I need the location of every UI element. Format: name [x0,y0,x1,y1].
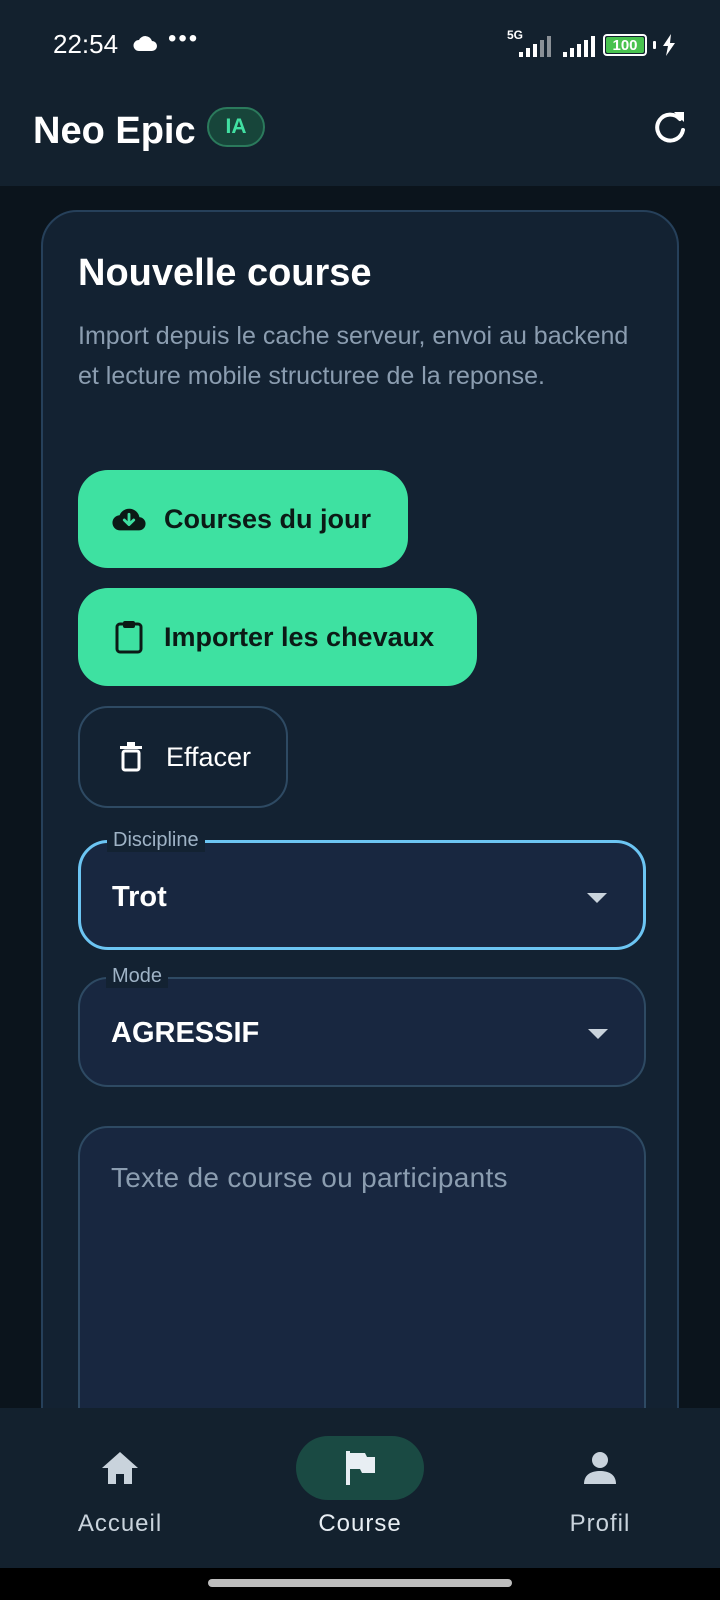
nav-label-profil: Profil [569,1510,631,1537]
ia-badge: IA [207,107,265,147]
race-text-placeholder: Texte de course ou participants [111,1162,508,1193]
nav-label-course: Course [318,1510,402,1537]
home-icon [102,1452,138,1484]
system-navigation-bar [0,1568,720,1600]
nav-item-course[interactable]: Course [240,1408,480,1568]
nav-label-accueil: Accueil [77,1510,163,1537]
charging-icon [663,34,675,56]
signal-icon [563,36,595,57]
battery-level: 100 [612,36,638,54]
clear-label: Effacer [166,741,252,772]
refresh-button[interactable] [650,108,690,148]
mode-value: AGRESSIF [111,1017,260,1049]
nav-item-profil[interactable]: Profil [480,1408,720,1568]
status-bar: 22:54 ••• 5G 100 [0,0,720,90]
battery-icon: 100 [603,34,647,56]
discipline-label: Discipline [107,829,205,852]
clipboard-icon [112,620,146,654]
more-notifications-icon: ••• [168,25,200,52]
network-type: 5G [507,28,524,42]
clear-button[interactable]: Effacer [78,706,288,808]
discipline-value: Trot [112,881,167,913]
card-description: Import depuis le cache serveur, envoi au… [78,322,629,390]
mode-select[interactable]: Mode AGRESSIF [78,965,646,1087]
import-horses-label: Importer les chevaux [164,621,435,652]
app-bar: Neo Epic IA [0,90,720,186]
discipline-select[interactable]: Discipline Trot [78,829,646,950]
new-race-card: Nouvelle course Import depuis le cache s… [41,210,679,1466]
cloud-download-icon [112,502,146,536]
import-horses-button[interactable]: Importer les chevaux [78,588,477,686]
courses-du-jour-label: Courses du jour [164,503,372,534]
nav-item-accueil[interactable]: Accueil [0,1408,240,1568]
home-indicator[interactable] [208,1579,512,1587]
status-indicators: 5G 100 [507,28,676,62]
trash-icon [114,740,148,774]
courses-du-jour-button[interactable]: Courses du jour [78,470,408,568]
status-time: 22:54 [53,29,119,59]
card-title: Nouvelle course [78,252,372,294]
person-icon [584,1452,616,1484]
mobile-signal-icon: 5G [507,28,555,60]
app-title: Neo Epic [33,110,196,152]
mode-label: Mode [106,965,169,988]
bottom-navigation: Accueil Course Profil [0,1408,720,1568]
dropdown-arrow-icon [588,1029,608,1039]
dropdown-arrow-icon [587,893,607,903]
refresh-icon [655,112,685,143]
cloud-icon [133,36,157,51]
flag-icon [346,1451,375,1485]
